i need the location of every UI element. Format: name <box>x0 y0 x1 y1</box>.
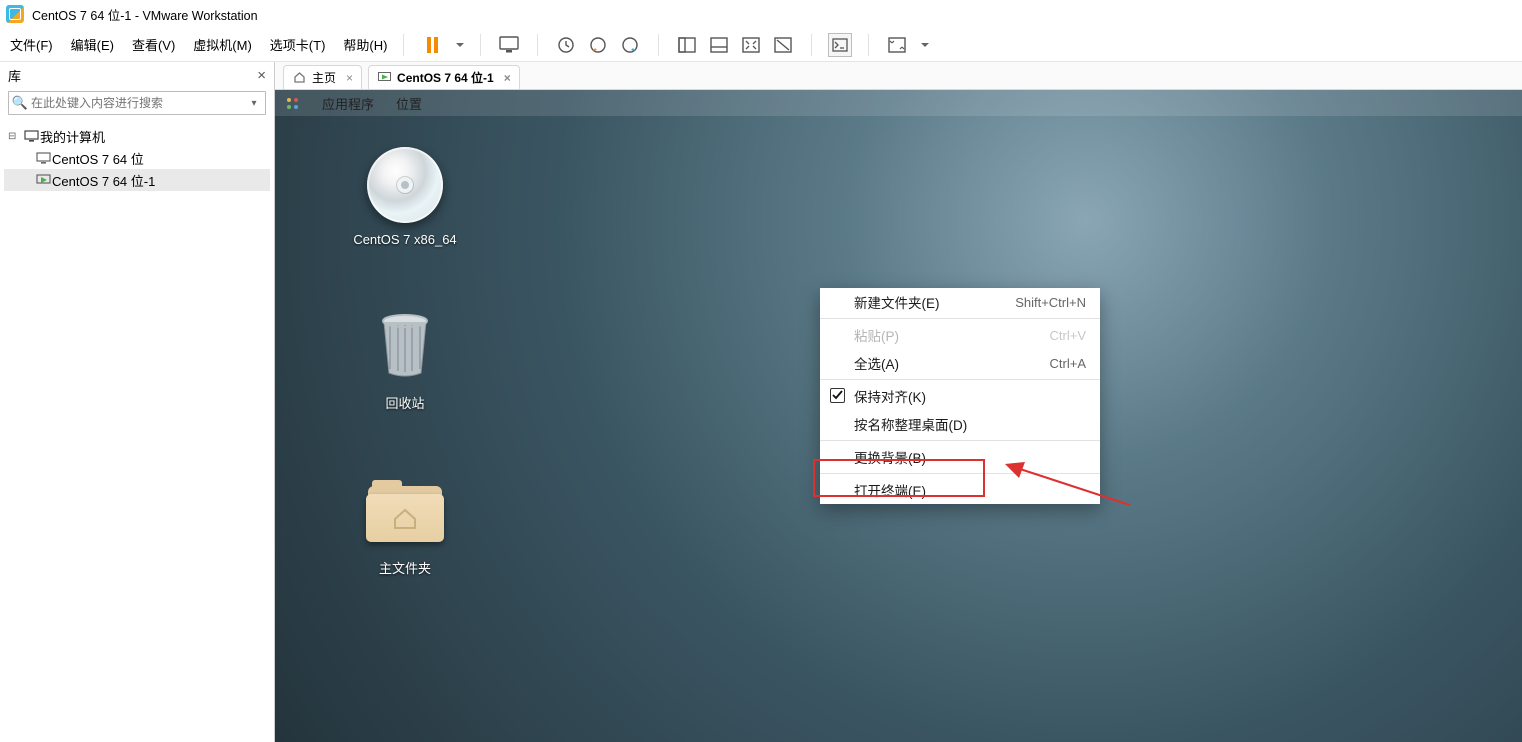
separator <box>820 473 1100 474</box>
snapshot-manager-button[interactable] <box>618 33 642 57</box>
folder-icon <box>366 480 444 542</box>
gnome-activities-icon <box>285 96 300 111</box>
vm-icon <box>34 152 52 164</box>
desktop-item-disc[interactable]: CentOS 7 x86_64 <box>335 146 475 247</box>
ctx-shortcut: Shift+Ctrl+N <box>1015 295 1086 310</box>
tree-node-label: CentOS 7 64 位 <box>52 149 144 168</box>
separator <box>658 34 659 56</box>
menu-file[interactable]: 文件(F) <box>10 35 53 54</box>
tree-node-vm[interactable]: CentOS 7 64 位 <box>4 147 270 169</box>
cd-disc-icon <box>367 147 443 223</box>
pause-button[interactable] <box>420 33 444 57</box>
view-fullscreen-button[interactable] <box>739 33 763 57</box>
gnome-applications[interactable]: 应用程序 <box>322 94 374 113</box>
send-ctrl-alt-del-button[interactable] <box>497 33 521 57</box>
tree-collapse-icon[interactable]: ⊟ <box>8 131 22 142</box>
ctx-label: 全选(A) <box>854 353 899 373</box>
desktop-context-menu: 新建文件夹(E) Shift+Ctrl+N 粘贴(P) Ctrl+V 全选(A)… <box>820 288 1100 504</box>
ctx-label: 保持对齐(K) <box>854 386 926 406</box>
vm-running-icon <box>377 71 391 85</box>
vm-running-icon <box>34 174 52 186</box>
tab-close-icon[interactable]: × <box>504 71 511 85</box>
tab-vm[interactable]: CentOS 7 64 位-1 × <box>368 65 520 89</box>
separator <box>403 34 404 56</box>
tree-node-my-computer[interactable]: ⊟ 我的计算机 <box>4 125 270 147</box>
separator <box>811 34 812 56</box>
content-area: 主页 × CentOS 7 64 位-1 × 应用程序 位置 CentOS 7 … <box>275 62 1522 742</box>
ctx-label: 按名称整理桌面(D) <box>854 414 967 434</box>
ctx-label: 打开终端(E) <box>854 480 926 500</box>
menu-edit[interactable]: 编辑(E) <box>71 35 114 54</box>
window-titlebar: CentOS 7 64 位-1 - VMware Workstation <box>0 0 1522 28</box>
stretch-guest-button[interactable] <box>885 33 909 57</box>
menubar: 文件(F) 编辑(E) 查看(V) 虚拟机(M) 选项卡(T) 帮助(H) <box>0 28 1522 62</box>
desktop-item-label: CentOS 7 x86_64 <box>353 232 456 247</box>
ctx-label: 新建文件夹(E) <box>854 292 940 312</box>
ctx-new-folder[interactable]: 新建文件夹(E) Shift+Ctrl+N <box>820 288 1100 316</box>
separator <box>820 379 1100 380</box>
tab-label: 主页 <box>312 69 336 86</box>
ctx-label: 粘贴(P) <box>854 325 899 345</box>
power-dropdown-icon[interactable] <box>456 43 464 51</box>
snapshot-revert-button[interactable] <box>586 33 610 57</box>
library-search-input[interactable] <box>31 96 243 110</box>
separator <box>820 440 1100 441</box>
separator <box>820 318 1100 319</box>
ctx-organize-by-name[interactable]: 按名称整理桌面(D) <box>820 410 1100 438</box>
tab-home[interactable]: 主页 × <box>283 65 362 89</box>
gnome-top-bar: 应用程序 位置 <box>275 90 1522 116</box>
desktop-item-trash[interactable]: 回收站 <box>335 307 475 412</box>
desktop-item-label: 主文件夹 <box>379 558 431 577</box>
gnome-places[interactable]: 位置 <box>396 94 422 113</box>
trash-icon <box>376 313 434 379</box>
ctx-label: 更换背景(B) <box>854 447 926 467</box>
checkbox-checked-icon <box>830 388 845 403</box>
ctx-keep-aligned[interactable]: 保持对齐(K) <box>820 382 1100 410</box>
tree-node-label: 我的计算机 <box>40 127 105 146</box>
console-view-button[interactable] <box>828 33 852 57</box>
vmware-app-icon <box>6 5 24 23</box>
ctx-paste: 粘贴(P) Ctrl+V <box>820 321 1100 349</box>
view-single-button[interactable] <box>675 33 699 57</box>
menu-vm[interactable]: 虚拟机(M) <box>193 35 252 54</box>
window-title: CentOS 7 64 位-1 - VMware Workstation <box>32 5 258 24</box>
tab-close-icon[interactable]: × <box>346 71 353 85</box>
tree-node-vm-active[interactable]: CentOS 7 64 位-1 <box>4 169 270 191</box>
separator <box>537 34 538 56</box>
view-thumbnail-button[interactable] <box>707 33 731 57</box>
computer-icon <box>22 130 40 142</box>
library-sidebar: 库 × 🔍 ▾ ⊟ 我的计算机 CentOS 7 64 位 CentOS 7 6… <box>0 62 275 742</box>
ctx-open-terminal[interactable]: 打开终端(E) <box>820 476 1100 504</box>
separator <box>480 34 481 56</box>
desktop-item-label: 回收站 <box>385 393 424 412</box>
library-title: 库 <box>8 66 21 85</box>
ctx-select-all[interactable]: 全选(A) Ctrl+A <box>820 349 1100 377</box>
separator <box>868 34 869 56</box>
view-unity-button[interactable] <box>771 33 795 57</box>
desktop-item-home[interactable]: 主文件夹 <box>335 472 475 577</box>
library-tree: ⊟ 我的计算机 CentOS 7 64 位 CentOS 7 64 位-1 <box>0 121 274 195</box>
guest-desktop[interactable]: 应用程序 位置 CentOS 7 x86_64 <box>275 90 1522 742</box>
close-sidebar-button[interactable]: × <box>257 67 266 84</box>
ctx-shortcut: Ctrl+A <box>1050 356 1086 371</box>
snapshot-take-button[interactable] <box>554 33 578 57</box>
tab-label: CentOS 7 64 位-1 <box>397 69 494 86</box>
ctx-shortcut: Ctrl+V <box>1050 328 1086 343</box>
menu-help[interactable]: 帮助(H) <box>343 35 387 54</box>
menu-view[interactable]: 查看(V) <box>132 35 175 54</box>
ctx-change-background[interactable]: 更换背景(B) <box>820 443 1100 471</box>
search-icon: 🔍 <box>9 95 31 111</box>
menu-tabs[interactable]: 选项卡(T) <box>270 35 326 54</box>
tab-strip: 主页 × CentOS 7 64 位-1 × <box>275 62 1522 90</box>
stretch-dropdown-icon[interactable] <box>921 43 929 51</box>
tree-node-label: CentOS 7 64 位-1 <box>52 171 155 190</box>
desktop-icons: CentOS 7 x86_64 回收站 <box>335 146 475 577</box>
library-search[interactable]: 🔍 ▾ <box>8 91 266 115</box>
home-icon <box>292 71 306 85</box>
search-dropdown-icon[interactable]: ▾ <box>243 98 265 109</box>
